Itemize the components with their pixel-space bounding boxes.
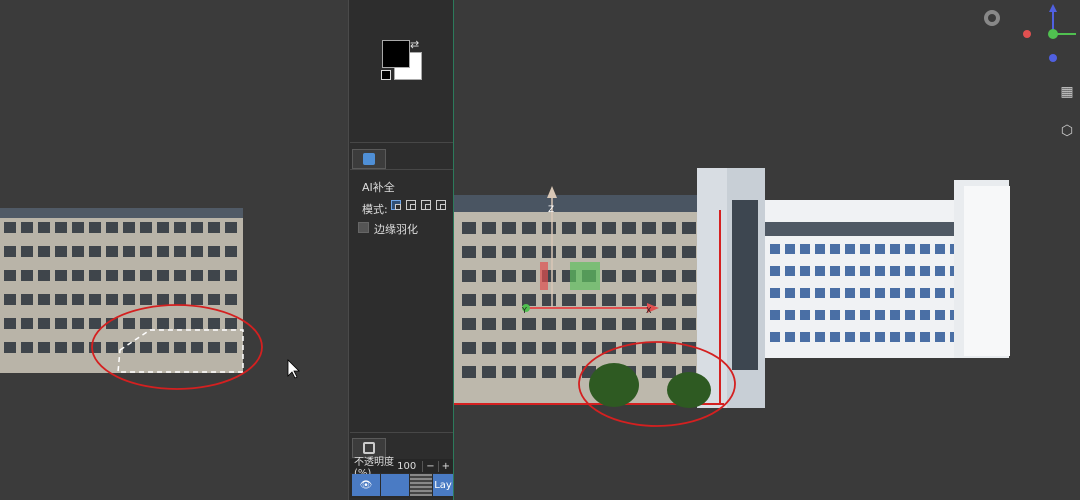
mode-add-selection-icon[interactable] <box>406 200 416 210</box>
gizmo-y-label: Y <box>521 306 527 315</box>
mode-label: 模式: <box>362 203 388 216</box>
grid-view-icon[interactable]: ▦ <box>1058 83 1076 101</box>
swap-colors-icon[interactable]: ⇄ <box>410 38 419 51</box>
layer-lock-slot[interactable] <box>381 474 409 496</box>
ai-fill-title: AI补全 <box>362 181 395 194</box>
tab-ai-tool[interactable] <box>352 149 386 169</box>
opacity-value[interactable]: 100 <box>397 461 416 472</box>
opacity-minus-button[interactable]: − <box>422 460 437 472</box>
left-overlay <box>4 222 300 390</box>
feather-checkbox[interactable] <box>358 222 369 233</box>
mode-intersect-selection-icon[interactable] <box>436 200 446 210</box>
opacity-row: 不透明度(%) 100 − + <box>350 457 453 479</box>
opacity-plus-button[interactable]: + <box>437 460 453 472</box>
default-colors-icon[interactable] <box>381 70 391 80</box>
cube-view-icon[interactable]: ⬡ <box>1058 122 1076 140</box>
layer-thumbnail <box>410 474 432 496</box>
right-viewport[interactable]: Z Y X ▦ ⬡ <box>453 0 1080 500</box>
foreground-color-swatch[interactable] <box>382 40 410 68</box>
eye-icon[interactable]: 👁 <box>352 474 380 496</box>
feather-label: 边缘羽化 <box>374 223 418 236</box>
mode-new-selection-icon[interactable] <box>391 200 401 210</box>
mouse-cursor-icon <box>287 359 300 379</box>
gizmo-x-label: X <box>646 306 652 315</box>
layer-name[interactable]: Lay <box>433 474 453 496</box>
ai-tool-icon <box>363 153 375 165</box>
mode-subtract-selection-icon[interactable] <box>421 200 431 210</box>
right-scene: Z Y X <box>454 4 1076 427</box>
gizmo-z-label: Z <box>548 205 554 215</box>
layer-row[interactable]: 👁 Lay <box>350 474 453 498</box>
left-viewport[interactable] <box>0 0 348 500</box>
